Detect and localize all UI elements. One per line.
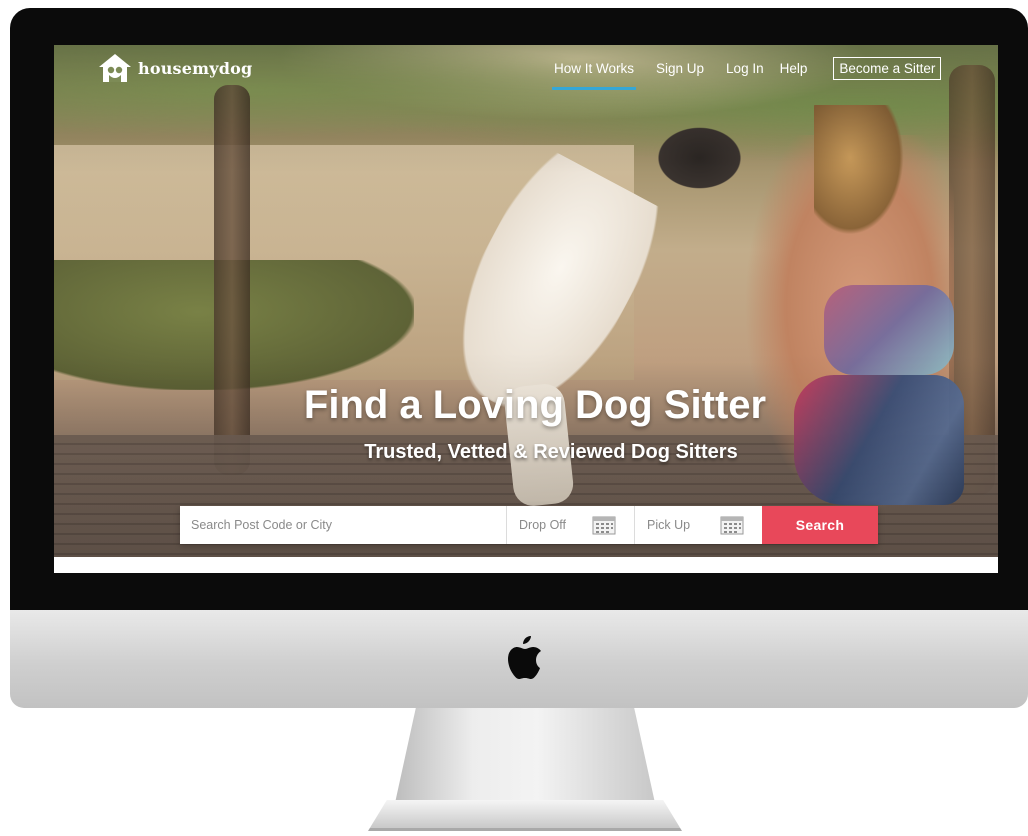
hero-overlay [54,45,998,557]
hero-subtitle: Trusted, Vetted & Reviewed Dog Sitters [364,441,738,463]
calendar-icon [592,516,616,535]
monitor-stand [395,708,655,803]
hero-title: Find a Loving Dog Sitter [303,383,767,427]
logo-text: housemydog [138,58,253,78]
drop-off-date-field[interactable]: Drop Off [506,506,634,544]
location-search-input[interactable] [180,506,506,544]
website-screen: housemydog How It Works Sign Up Log In H… [54,45,998,573]
nav-how-it-works[interactable]: How It Works [551,61,637,90]
pick-up-date-field[interactable]: Pick Up [634,506,762,544]
nav-sign-up[interactable]: Sign Up [656,61,704,76]
imac-mockup: housemydog How It Works Sign Up Log In H… [0,0,1028,836]
hero-photo: housemydog How It Works Sign Up Log In H… [54,45,998,557]
site-logo[interactable]: housemydog [98,53,252,83]
become-a-sitter-button[interactable]: Become a Sitter [833,57,942,80]
nav-log-in[interactable]: Log In [726,61,764,76]
house-dog-logo-icon [99,54,131,82]
pick-up-label: Pick Up [647,518,691,532]
search-bar: Drop Off Pick Up [180,506,878,544]
monitor-foot [368,800,682,831]
top-nav: How It Works Sign Up Log In Help Become … [551,57,942,90]
apple-logo-icon [508,636,541,679]
search-button[interactable]: Search [762,506,878,544]
nav-help[interactable]: Help [780,61,808,76]
calendar-icon [720,516,744,535]
drop-off-label: Drop Off [519,518,567,532]
